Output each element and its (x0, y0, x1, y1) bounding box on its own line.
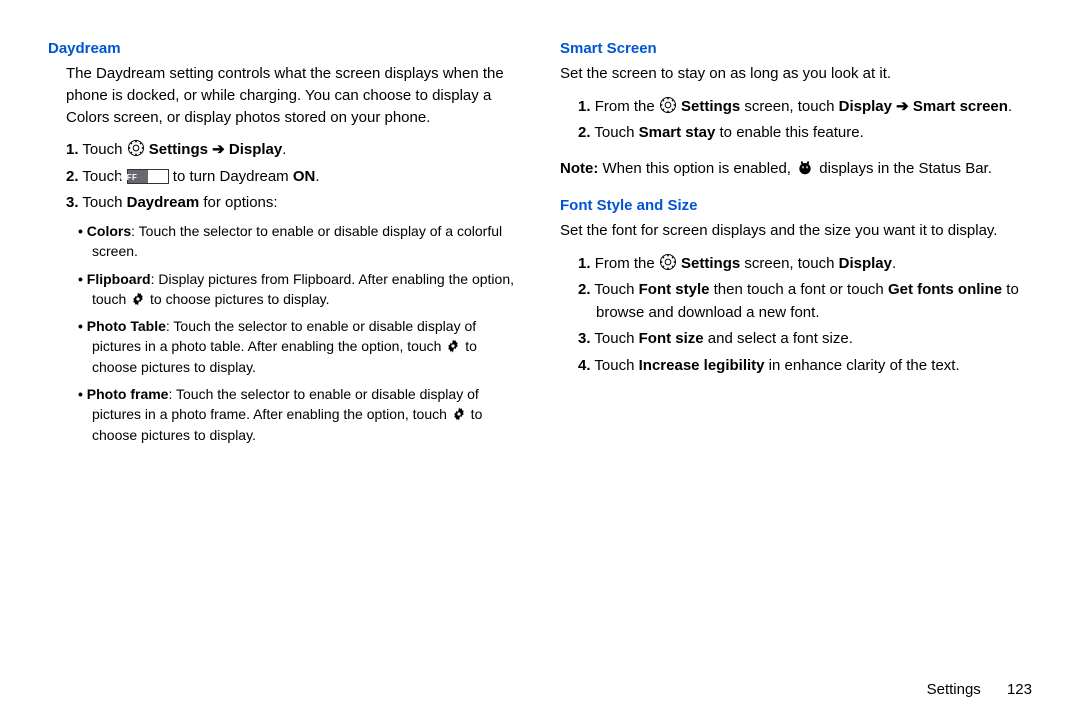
off-toggle-icon: OFF (127, 169, 169, 184)
page-columns: Daydream The Daydream setting controls w… (48, 40, 1032, 452)
heading-smart-screen: Smart Screen (560, 40, 1032, 57)
cog-icon (451, 406, 467, 422)
smart-stay-icon (795, 160, 815, 176)
font-step-1: 1. From the Settings screen, touch Displ… (578, 252, 1032, 275)
option-photo-table: • Photo Table: Touch the selector to ena… (78, 316, 520, 377)
smart-screen-steps: 1. From the Settings screen, touch Displ… (560, 95, 1032, 145)
font-step-4: 4. Touch Increase legibility in enhance … (578, 354, 1032, 377)
smart-step-1: 1. From the Settings screen, touch Displ… (578, 95, 1032, 118)
settings-icon (127, 139, 145, 157)
footer-section: Settings (927, 681, 981, 698)
heading-font-style: Font Style and Size (560, 197, 1032, 214)
step-2: 2. Touch OFF to turn Daydream ON. (66, 165, 520, 188)
font-step-2: 2. Touch Font style then touch a font or… (578, 278, 1032, 325)
page-number: 123 (1007, 681, 1032, 698)
column-left: Daydream The Daydream setting controls w… (48, 40, 520, 452)
font-intro: Set the font for screen displays and the… (560, 220, 1032, 242)
column-right: Smart Screen Set the screen to stay on a… (560, 40, 1032, 452)
step-1: 1. Touch Settings ➔ Display. (66, 138, 520, 161)
settings-icon (659, 253, 677, 271)
option-photo-frame: • Photo frame: Touch the selector to ena… (78, 384, 520, 445)
font-steps: 1. From the Settings screen, touch Displ… (560, 252, 1032, 377)
smart-screen-note: Note: When this option is enabled, displ… (560, 158, 1032, 181)
smart-screen-intro: Set the screen to stay on as long as you… (560, 63, 1032, 85)
smart-step-2: 2. Touch Smart stay to enable this featu… (578, 121, 1032, 144)
cog-icon (445, 338, 461, 354)
settings-icon (659, 96, 677, 114)
daydream-options: • Colors: Touch the selector to enable o… (48, 221, 520, 445)
page-footer: Settings 123 (927, 681, 1032, 698)
font-step-3: 3. Touch Font size and select a font siz… (578, 327, 1032, 350)
heading-daydream: Daydream (48, 40, 520, 57)
option-flipboard: • Flipboard: Display pictures from Flipb… (78, 269, 520, 310)
daydream-intro: The Daydream setting controls what the s… (48, 63, 520, 128)
option-colors: • Colors: Touch the selector to enable o… (78, 221, 520, 262)
cog-icon (130, 291, 146, 307)
daydream-steps: 1. Touch Settings ➔ Display. 2. Touch OF… (48, 138, 520, 214)
step-3: 3. Touch Daydream for options: (66, 191, 520, 214)
